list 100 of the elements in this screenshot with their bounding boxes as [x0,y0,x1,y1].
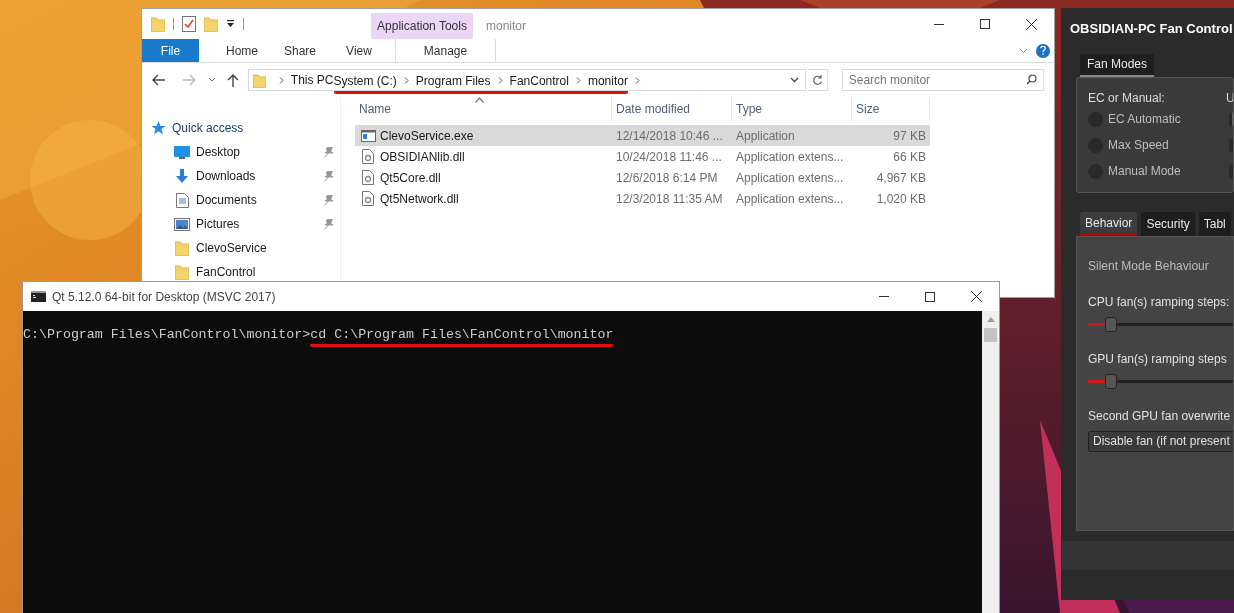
close-icon [1025,18,1037,30]
search-field[interactable]: Search monitor [841,69,1044,91]
window-title: monitor [486,18,526,35]
pin-icon[interactable] [324,171,334,181]
refresh-icon [811,74,823,86]
file-row[interactable]: OBSIDIANlib.dll 10/24/2018 11:46 ... Application extens... 66 KB [355,146,930,167]
type-cell-text: Application extens... [735,148,845,166]
image-icon [174,217,190,231]
folder-icon[interactable] [151,16,165,32]
folder-icon[interactable] [204,16,218,32]
size-cell-text: 1,020 KB [875,190,927,208]
column-header[interactable]: Name [355,97,612,121]
file-tab[interactable]: File [142,39,199,62]
window-title: OBSIDIAN-PC Fan Control [1070,20,1234,38]
scroll-thumb[interactable] [984,328,997,342]
nav-item[interactable]: Downloads [174,164,334,188]
file-row[interactable]: ClevoService.exe 12/14/2018 10:46 ... Application 97 KB [355,125,930,146]
document-icon [175,192,189,208]
type-cell-text: Application [735,127,796,145]
ribbon-tab[interactable]: Home [227,39,257,62]
chevron-icon [575,77,581,84]
properties-icon[interactable] [182,16,196,32]
console-command: cd C:\Program Files\FanControl\monitor [310,326,614,347]
tab[interactable]: Fan Modes [1080,53,1155,77]
file-row[interactable]: Qt5Network.dll 12/3/2018 11:35 AM Application extens... 1,020 KB [355,188,930,209]
window-title: Qt 5.12.0 64-bit for Desktop (MSVC 2017) [52,288,276,306]
pin-icon[interactable] [324,219,334,229]
caret-icon[interactable] [789,77,799,83]
dropdown[interactable]: Disable fan (if not present [1088,430,1233,452]
breadcrumb[interactable]: System (C:) [333,71,397,90]
breadcrumb[interactable]: FanControl [509,71,569,90]
date-cell-text: 10/24/2018 11:46 ... [615,148,723,166]
monitor-icon [174,145,190,159]
size-cell-text: 66 KB [892,148,927,166]
file-row[interactable]: Qt5Core.dll 12/6/2018 6:14 PM Application extens... 4,967 KB [355,167,930,188]
setting-label: CPU fan(s) ramping steps: [1088,293,1231,311]
ribbon-tab[interactable]: Share [284,39,316,62]
pin-icon[interactable] [324,195,334,205]
section-heading: Silent Mode Behaviour [1088,257,1210,275]
library-file-icon [362,191,374,206]
console-prompt: C:\Program Files\FanControl\monitor> [23,326,311,344]
setting-label: Second GPU fan overwrite [1088,407,1232,425]
nav-item[interactable]: Documents [174,188,334,212]
breadcrumb[interactable]: This PC [290,71,334,89]
chevron-icon [634,76,640,84]
tab[interactable]: Security [1141,211,1195,236]
radio-label: Max Speed [1108,137,1169,154]
nav-item[interactable]: FanControl [174,260,334,284]
nav-item[interactable]: Quick access [150,116,334,140]
size-cell-text: 97 KB [892,127,927,145]
file-name: ClevoService.exe [380,127,474,145]
folder-icon [175,264,189,280]
type-cell-text: Application extens... [735,190,845,208]
refresh-button[interactable] [807,69,828,91]
tab[interactable]: Tabl [1198,211,1231,236]
help-icon[interactable] [1036,43,1050,58]
folder-icon [252,72,266,88]
pin-icon[interactable] [324,147,334,157]
column-header[interactable]: Type [732,97,852,121]
folder-icon [175,240,189,256]
close-icon [970,291,982,302]
group-heading: EC or Manual: [1088,89,1165,107]
up-icon[interactable] [226,73,239,87]
library-file-icon [362,149,374,164]
column-header[interactable]: Date modified [612,97,732,121]
dropdown-icon[interactable] [226,19,235,29]
column-header[interactable]: Size [852,97,930,121]
application-icon [360,129,376,142]
breadcrumb[interactable]: monitor [587,71,628,90]
scrollbar[interactable] [982,311,999,613]
radio-label: Manual Mode [1108,163,1181,180]
type-cell-text: Application extens... [735,169,845,187]
slider[interactable] [1088,373,1233,389]
library-file-icon [362,170,374,185]
date-cell-text: 12/14/2018 10:46 ... [615,127,724,145]
file-name: Qt5Network.dll [380,190,459,208]
file-name: OBSIDIANlib.dll [380,148,465,166]
nav-item[interactable]: ClevoService [174,236,334,260]
back-icon[interactable] [152,74,166,86]
scroll-up-icon[interactable] [986,317,995,322]
ribbon-tab[interactable]: View [343,39,375,62]
contextual-tab-group: Application Tools [371,13,473,39]
search-icon [1026,74,1037,85]
nav-item[interactable]: Pictures [174,212,334,236]
address-bar[interactable]: This PCSystem (C:) Program Files FanControl monitor [247,69,806,91]
download-icon [175,168,189,184]
file-name: Qt5Core.dll [380,169,441,187]
slider[interactable] [1088,316,1233,332]
chevron-icon [278,76,284,84]
setting-label: GPU fan(s) ramping steps [1088,350,1228,368]
tab[interactable]: Behavior [1080,211,1138,236]
forward-icon[interactable] [181,74,196,86]
radio-button[interactable] [1229,111,1233,127]
nav-item[interactable]: Desktop [174,140,334,164]
date-cell-text: 12/6/2018 6:14 PM [615,169,719,187]
chevron-icon [497,77,503,84]
date-cell-text: 12/3/2018 11:35 AM [615,190,724,208]
caret-icon[interactable] [207,77,216,83]
size-cell-text: 4,967 KB [875,169,927,187]
breadcrumb[interactable]: Program Files [415,71,491,90]
